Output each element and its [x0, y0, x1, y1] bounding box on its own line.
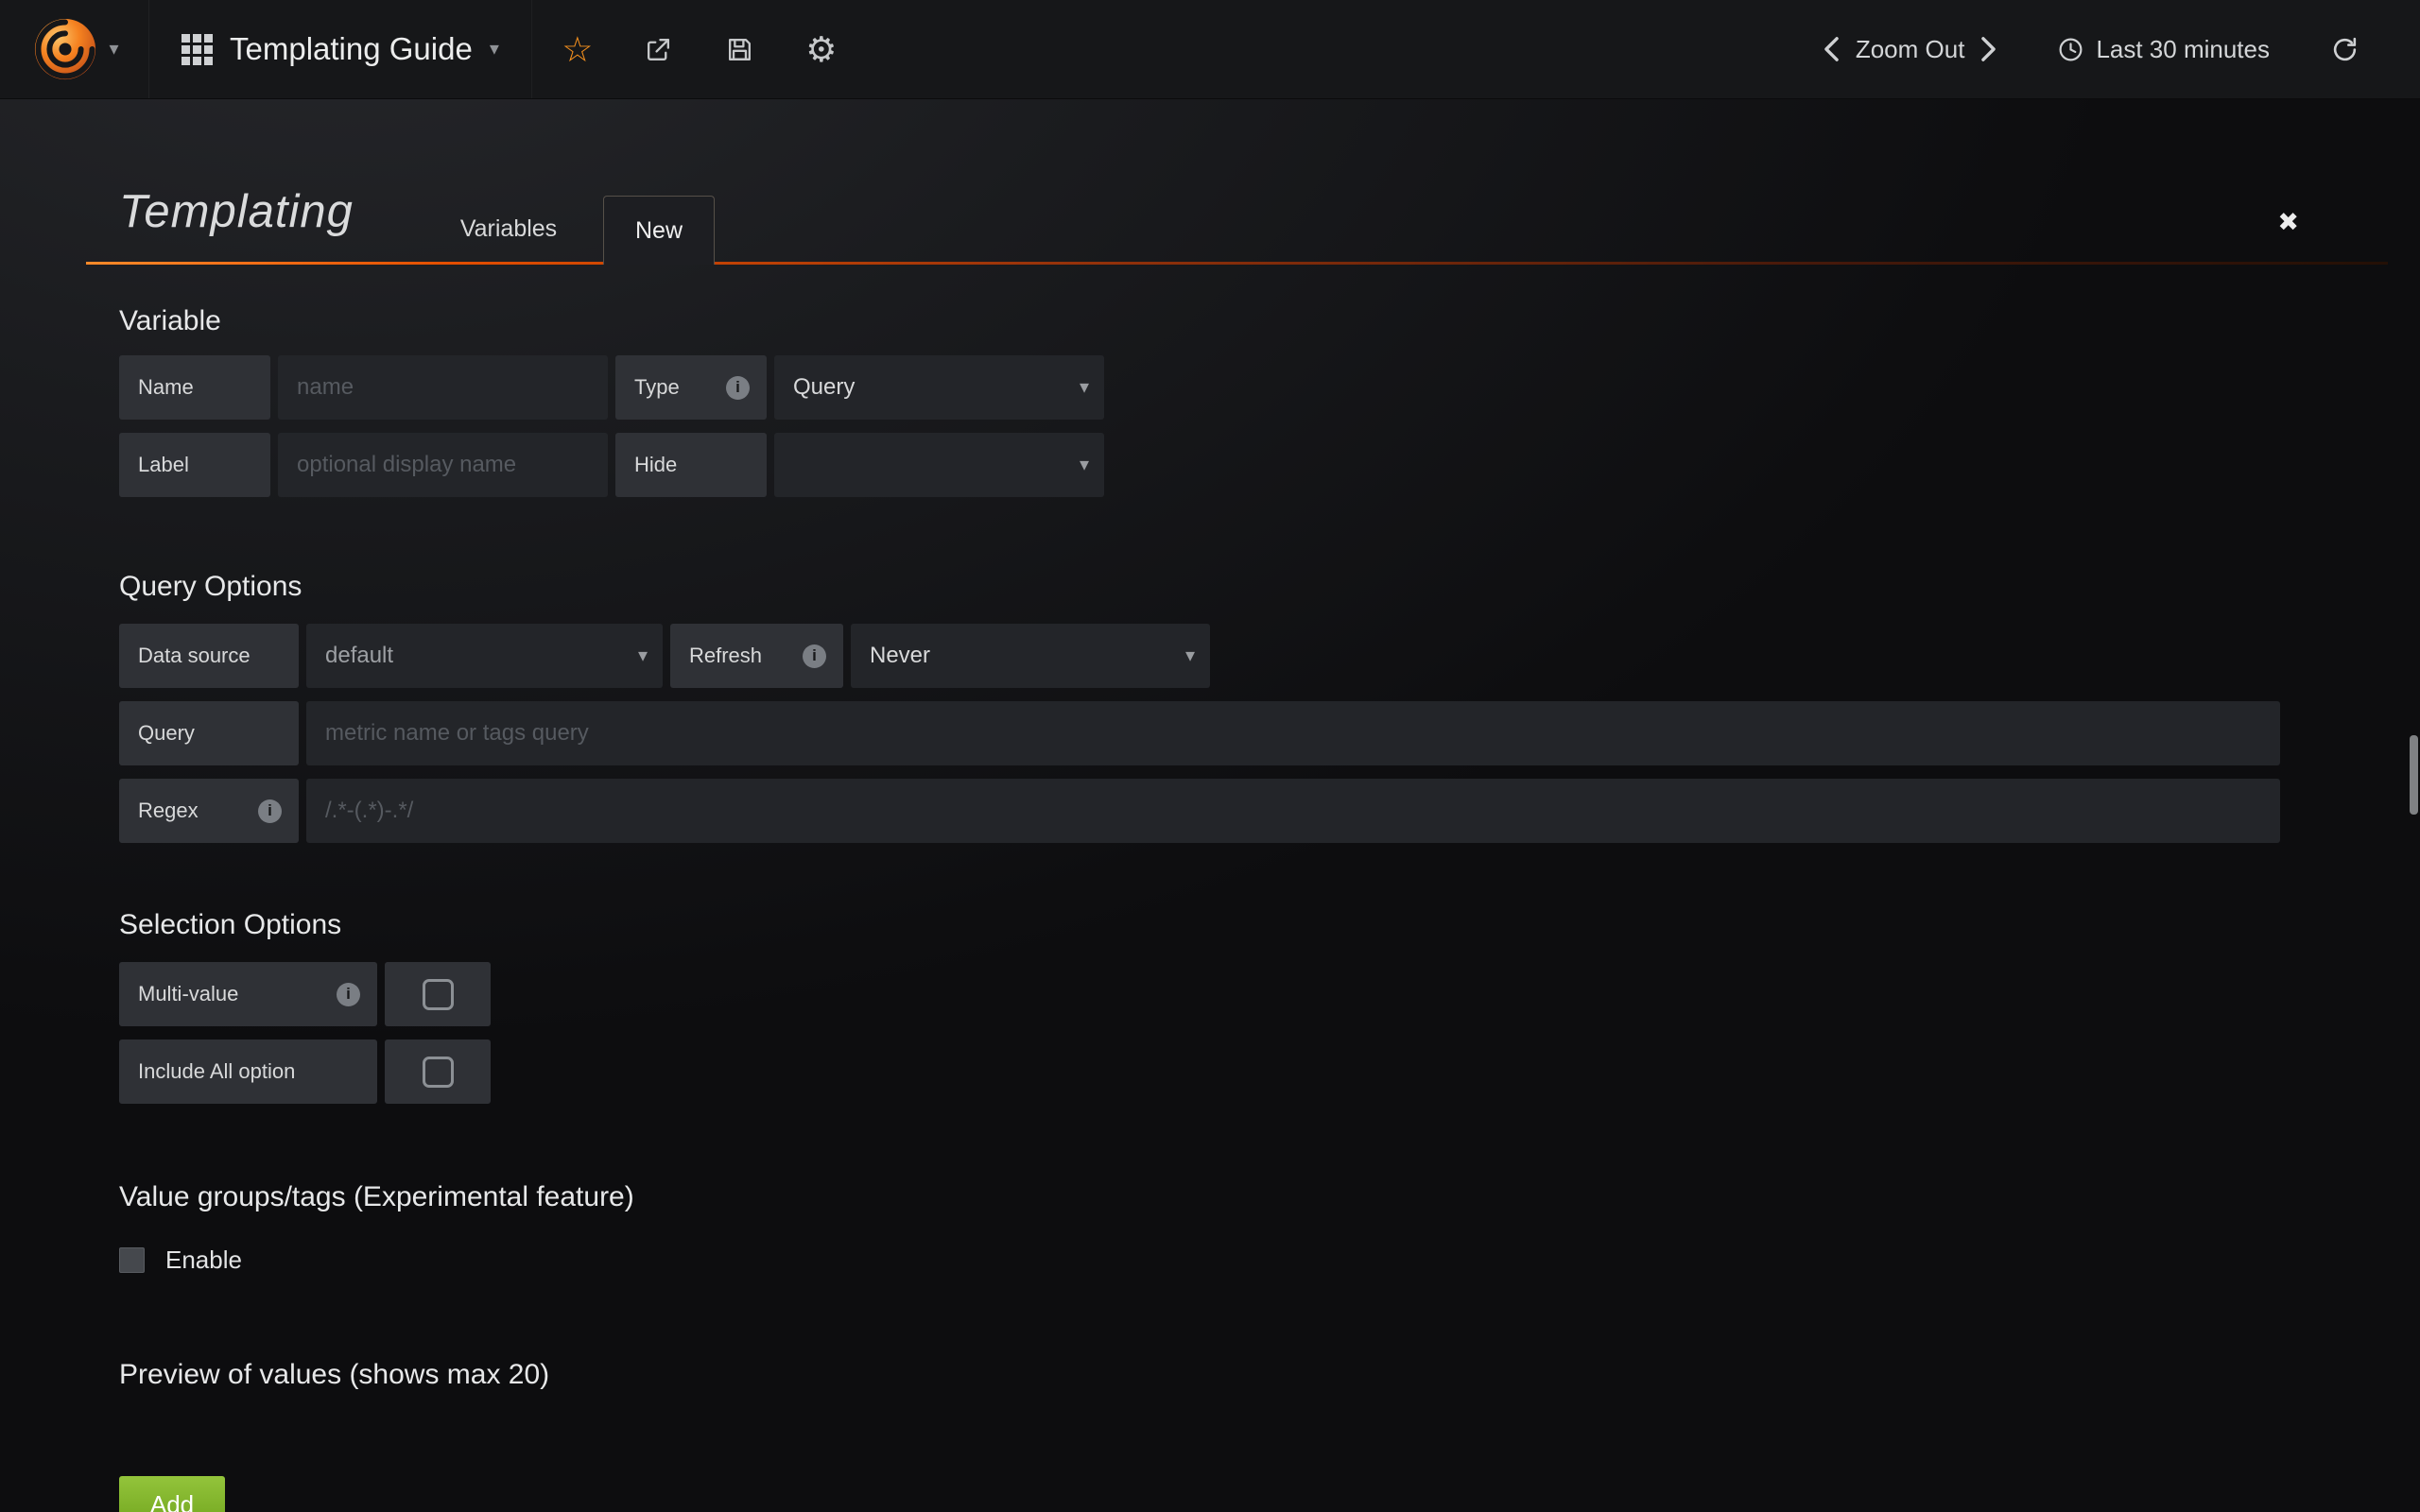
- navbar-actions: ☆ ⚙: [532, 0, 848, 98]
- label-label: Label: [119, 433, 270, 497]
- add-button[interactable]: Add: [119, 1476, 225, 1512]
- type-select-caret-icon: ▾: [1080, 378, 1089, 397]
- dashboard-picker[interactable]: Templating Guide ▾: [149, 0, 532, 98]
- query-input[interactable]: [306, 701, 2280, 765]
- refresh-select[interactable]: Never ▾: [851, 624, 1210, 688]
- include-all-checkbox-box: [423, 1057, 454, 1088]
- top-navbar: ▾ Templating Guide ▾ ☆: [0, 0, 2420, 99]
- preview-heading: Preview of values (shows max 20): [119, 1359, 2420, 1391]
- close-icon[interactable]: ✖: [2277, 208, 2299, 237]
- regex-input[interactable]: [306, 779, 2280, 843]
- type-label: Type i: [615, 355, 767, 420]
- refresh-info-icon[interactable]: i: [803, 644, 826, 668]
- star-icon[interactable]: ☆: [561, 32, 595, 66]
- query-options-heading: Query Options: [119, 571, 2420, 603]
- type-select-value: Query: [793, 374, 855, 401]
- enable-checkbox[interactable]: [119, 1247, 145, 1273]
- selection-options-section: Selection Options Multi-value i Include …: [119, 909, 2420, 1104]
- tab-new[interactable]: New: [603, 196, 715, 265]
- hide-select-caret-icon: ▾: [1080, 455, 1089, 474]
- page-title: Templating: [119, 185, 354, 238]
- include-all-row: Include All option: [119, 1040, 2420, 1104]
- include-all-checkbox[interactable]: [385, 1040, 491, 1104]
- multi-value-info-icon[interactable]: i: [337, 983, 360, 1006]
- refresh-label: Refresh i: [670, 624, 843, 688]
- query-label: Query: [119, 701, 299, 765]
- dashboard-caret-icon: ▾: [490, 40, 499, 59]
- value-groups-section: Value groups/tags (Experimental feature)…: [119, 1181, 2420, 1275]
- datasource-refresh-row: Data source default ▾ Refresh i Never ▾: [119, 624, 2420, 688]
- hide-label: Hide: [615, 433, 767, 497]
- grafana-app: ▾ Templating Guide ▾ ☆: [0, 0, 2420, 1512]
- datasource-label: Data source: [119, 624, 299, 688]
- share-icon[interactable]: [642, 32, 676, 66]
- templating-header: Templating Variables New ✖: [86, 189, 2388, 262]
- refresh-select-caret-icon: ▾: [1185, 646, 1195, 665]
- query-options-section: Query Options Data source default ▾ Refr…: [119, 571, 2420, 843]
- settings-gear-icon[interactable]: ⚙: [804, 32, 838, 66]
- multi-value-label: Multi-value i: [119, 962, 377, 1026]
- enable-row: Enable: [119, 1246, 2420, 1275]
- clock-icon: [2057, 36, 2084, 63]
- grafana-logo-icon: [29, 13, 101, 85]
- save-icon[interactable]: [723, 32, 757, 66]
- refresh-select-value: Never: [870, 643, 930, 669]
- regex-label: Regex i: [119, 779, 299, 843]
- grafana-logo-menu[interactable]: ▾: [0, 0, 149, 98]
- name-label: Name: [119, 355, 270, 420]
- label-input[interactable]: [278, 433, 608, 497]
- multi-value-checkbox[interactable]: [385, 962, 491, 1026]
- hide-select[interactable]: ▾: [774, 433, 1104, 497]
- type-info-icon[interactable]: i: [726, 376, 750, 400]
- time-picker-button[interactable]: Last 30 minutes: [2057, 35, 2270, 64]
- enable-label: Enable: [165, 1246, 242, 1275]
- time-controls: Zoom Out Last 30 minutes: [1824, 0, 2420, 98]
- name-input[interactable]: [278, 355, 608, 420]
- value-groups-heading: Value groups/tags (Experimental feature): [119, 1181, 2420, 1213]
- tab-variables[interactable]: Variables: [449, 196, 568, 262]
- brand-caret-icon: ▾: [109, 40, 118, 59]
- time-range-label: Last 30 minutes: [2096, 35, 2270, 64]
- dashboard-title: Templating Guide: [230, 31, 473, 67]
- dashboard-grid-icon: [182, 34, 213, 65]
- datasource-select-value: default: [325, 643, 393, 669]
- multi-value-checkbox-box: [423, 979, 454, 1010]
- variable-heading: Variable: [119, 305, 2420, 337]
- zoom-right-chevron-icon[interactable]: [1980, 36, 1996, 62]
- regex-info-icon[interactable]: i: [258, 799, 282, 823]
- datasource-select-caret-icon: ▾: [638, 646, 648, 665]
- datasource-select[interactable]: default ▾: [306, 624, 663, 688]
- multi-value-row: Multi-value i: [119, 962, 2420, 1026]
- include-all-label: Include All option: [119, 1040, 377, 1104]
- label-hide-row: Label Hide ▾: [119, 433, 2420, 497]
- scrollbar-thumb[interactable]: [2410, 735, 2418, 815]
- zoom-left-chevron-icon[interactable]: [1824, 36, 1840, 62]
- refresh-icon[interactable]: [2330, 35, 2360, 64]
- selection-options-heading: Selection Options: [119, 909, 2420, 941]
- name-type-row: Name Type i Query ▾: [119, 355, 2420, 420]
- regex-row: Regex i: [119, 779, 2420, 843]
- type-select[interactable]: Query ▾: [774, 355, 1104, 420]
- variable-section: Variable Name Type i Query ▾ Label Hide: [119, 305, 2420, 497]
- zoom-out-button[interactable]: Zoom Out: [1856, 35, 1965, 64]
- query-row: Query: [119, 701, 2420, 765]
- preview-section: Preview of values (shows max 20) Add: [119, 1359, 2420, 1512]
